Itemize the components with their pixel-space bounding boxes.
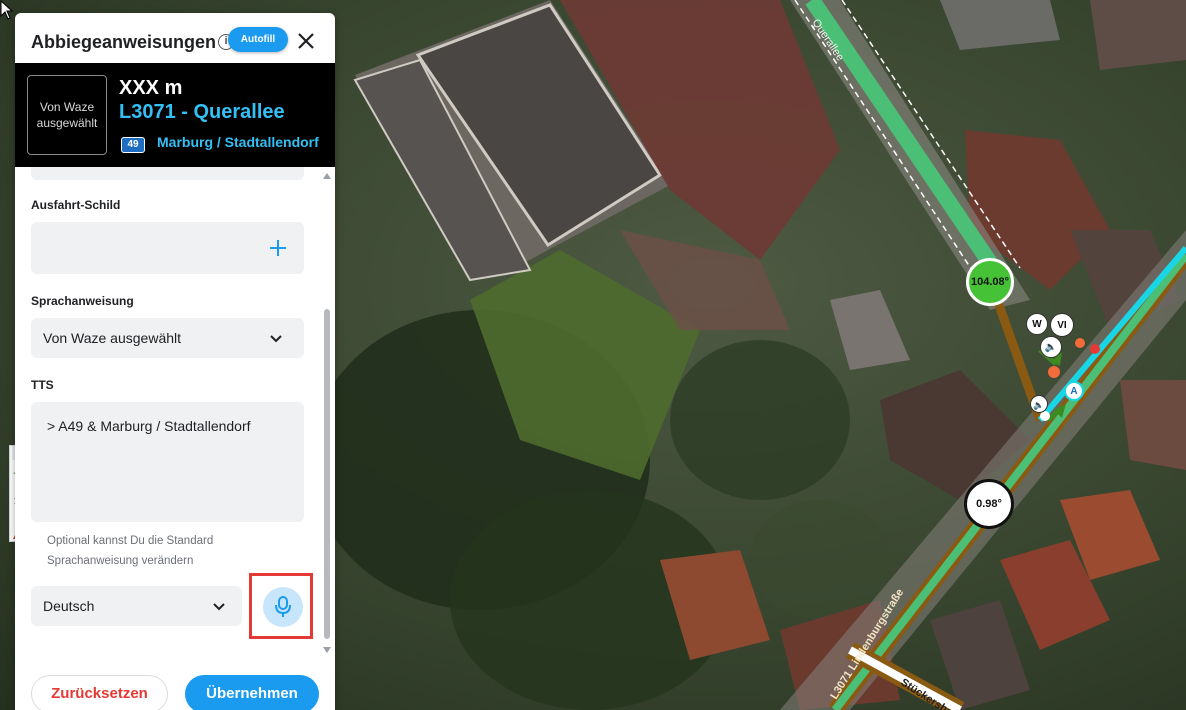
close-icon[interactable] [295,30,317,52]
add-exit-sign-plus-icon[interactable] [267,237,289,259]
clipped-field[interactable] [31,167,304,180]
chevron-down-icon [213,603,225,611]
chevron-down-icon [270,335,282,343]
turn-angle-badge-top[interactable]: 104.08° [966,258,1014,306]
voice-instruction-label: Sprachanweisung [31,294,134,308]
reset-button[interactable]: Zurücksetzen [31,675,168,710]
preview-exit-sign-placeholder: Von Waze ausgewählt [27,75,107,155]
autofill-button[interactable]: Autofill [228,27,288,52]
form-scroll-area[interactable]: Ausfahrt-Schild Sprachanweisung Von Waze… [15,167,335,647]
speaker-icon[interactable]: 🔈 [1030,395,1048,413]
exit-sign-label: Ausfahrt-Schild [31,198,121,212]
map-node-a[interactable]: A [1064,381,1084,401]
tts-label: TTS [31,378,54,392]
panel-header: Abbiegeanweisungen i Autofill [15,13,335,63]
panel-title: Abbiegeanweisungen [31,32,217,52]
turn-angle-badge-bottom[interactable]: 0.98° [964,479,1014,529]
scroll-up-arrow-icon[interactable] [323,173,331,179]
instruction-preview: Von Waze ausgewählt XXX m L3071 - Queral… [15,63,335,167]
map-node-vi[interactable]: VI [1050,313,1074,337]
tts-text: > A49 & Marburg / Stadtallendorf [47,418,251,434]
scroll-down-arrow-icon[interactable] [323,647,331,653]
tts-helper-text: Optional kannst Du die Standard Sprachan… [47,535,214,567]
language-select[interactable]: Deutsch [31,586,242,626]
apply-button[interactable]: Übernehmen [185,675,319,710]
turn-instructions-panel: Abbiegeanweisungen i Autofill Von Waze a… [15,13,335,710]
exit-sign-field[interactable] [31,222,304,274]
voice-instruction-value: Von Waze ausgewählt [43,330,182,346]
mouse-cursor-icon [0,0,14,20]
highway-shield-icon: 49 [121,137,145,153]
preview-distance: XXX m [119,77,183,99]
map-node-w[interactable]: W [1026,313,1048,335]
language-value: Deutsch [43,598,95,614]
panel-footer: Zurücksetzen Übernehmen [15,658,335,710]
scrollbar[interactable] [321,173,333,659]
scroll-thumb[interactable] [324,309,330,639]
preview-towards: Marburg / Stadtallendorf [157,134,319,150]
record-mic-button[interactable] [263,587,303,627]
voice-instruction-select[interactable]: Von Waze ausgewählt [31,318,304,358]
preview-street-name: L3071 - Querallee [119,101,285,123]
microphone-icon [275,596,291,617]
tts-textarea[interactable]: > A49 & Marburg / Stadtallendorf [31,402,304,522]
speaker-icon[interactable]: 🔈 [1040,336,1062,358]
